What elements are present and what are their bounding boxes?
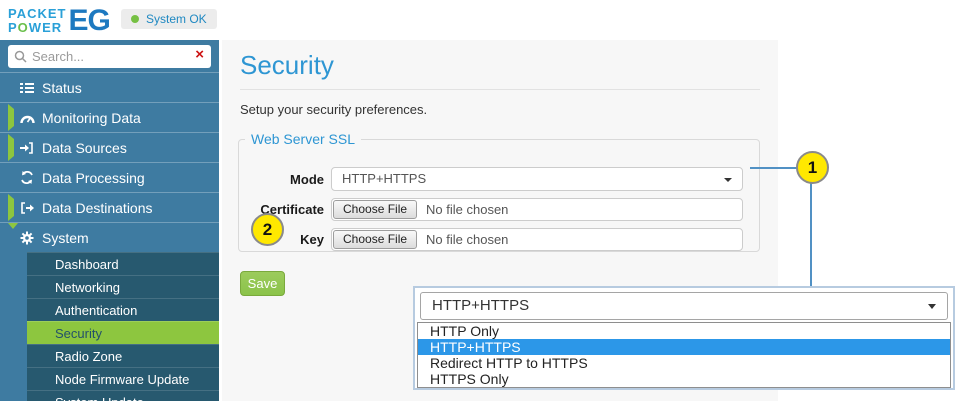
web-server-ssl-fieldset: Web Server SSL Mode HTTP+HTTPS Certifica… (238, 131, 760, 252)
sidebar-item-label: Status (42, 80, 82, 96)
sign-out-icon (20, 202, 42, 214)
sidebar-item-label: Data Sources (42, 140, 127, 156)
key-row: Key Choose File No file chosen (239, 228, 743, 251)
sidebar-item-dashboard[interactable]: Dashboard (27, 252, 219, 275)
sidebar-item-system-update[interactable]: System Update (27, 390, 219, 401)
save-button[interactable]: Save (240, 271, 285, 296)
callout-1-connector-horizontal (750, 167, 797, 169)
fieldset-legend: Web Server SSL (245, 131, 361, 147)
sign-in-icon (20, 142, 42, 154)
status-badge-label: System OK (146, 12, 207, 26)
gauge-icon (20, 112, 42, 124)
sidebar-item-radio-zone[interactable]: Radio Zone (27, 344, 219, 367)
sidebar-item-node-firmware-update[interactable]: Node Firmware Update (27, 367, 219, 390)
select-arrow-icon (928, 304, 936, 309)
chevron-right-icon (8, 104, 14, 131)
key-file-input[interactable]: Choose File No file chosen (331, 228, 743, 251)
option-redirect-http-to-https[interactable]: Redirect HTTP to HTTPS (418, 355, 950, 371)
overlay-option-list: HTTP Only HTTP+HTTPS Redirect HTTP to HT… (417, 322, 951, 388)
overlay-select-value: HTTP+HTTPS (432, 297, 529, 314)
packet-power-logo: PACKET POWER EG (8, 4, 110, 38)
system-submenu: Dashboard Networking Authentication Secu… (0, 252, 219, 401)
page-subtitle: Setup your security preferences. (240, 102, 427, 117)
sidebar-item-data-sources[interactable]: Data Sources (0, 132, 219, 162)
file-status-text: No file chosen (418, 202, 508, 217)
gear-icon (20, 231, 42, 245)
status-ok-dot-icon (131, 15, 139, 23)
choose-file-button[interactable]: Choose File (333, 230, 417, 249)
search-input[interactable] (32, 45, 192, 68)
certificate-file-input[interactable]: Choose File No file chosen (331, 198, 743, 221)
option-http-https[interactable]: HTTP+HTTPS (418, 339, 950, 355)
sidebar-item-authentication[interactable]: Authentication (27, 298, 219, 321)
mode-dropdown-overlay: HTTP+HTTPS HTTP Only HTTP+HTTPS Redirect… (413, 286, 955, 390)
logo-wordmark: PACKET POWER (8, 7, 66, 35)
logo-line2: POWER (8, 21, 66, 35)
mode-select[interactable]: HTTP+HTTPS (331, 167, 743, 191)
chevron-down-icon (8, 223, 18, 246)
refresh-icon (20, 171, 42, 184)
overlay-select[interactable]: HTTP+HTTPS (420, 292, 948, 320)
header: PACKET POWER EG System OK (0, 0, 957, 40)
sidebar-item-label: Data Destinations (42, 200, 153, 216)
mode-row: Mode HTTP+HTTPS (239, 167, 743, 191)
option-https-only[interactable]: HTTPS Only (418, 371, 950, 387)
option-http-only[interactable]: HTTP Only (418, 323, 950, 339)
sidebar-item-system[interactable]: System (0, 222, 219, 252)
sidebar-item-security[interactable]: Security (27, 321, 219, 344)
screen: PACKET POWER EG System OK × Status (0, 0, 957, 401)
mode-label: Mode (239, 172, 331, 187)
logo-eg: EG (68, 4, 109, 38)
callout-2-badge: 2 (251, 213, 284, 246)
sidebar-item-networking[interactable]: Networking (27, 275, 219, 298)
mode-select-value: HTTP+HTTPS (342, 171, 426, 186)
chevron-right-icon (8, 194, 14, 221)
sidebar: × Status Monitoring Data (0, 40, 219, 401)
sidebar-menu: Status Monitoring Data Data Sources (0, 72, 219, 401)
callout-1-badge: 1 (796, 151, 829, 184)
sidebar-item-label: System (42, 230, 89, 246)
list-icon (20, 82, 42, 94)
page-title: Security (240, 50, 334, 81)
sidebar-search: × (8, 45, 211, 68)
sidebar-item-label: Monitoring Data (42, 110, 141, 126)
sidebar-item-status[interactable]: Status (0, 72, 219, 102)
search-clear-icon[interactable]: × (195, 46, 204, 63)
callout-1-connector-vertical (810, 183, 812, 287)
logo-line1: PACKET (8, 7, 66, 21)
choose-file-button[interactable]: Choose File (333, 200, 417, 219)
search-icon (14, 50, 27, 68)
status-badge: System OK (121, 9, 217, 29)
sidebar-item-data-processing[interactable]: Data Processing (0, 162, 219, 192)
file-status-text: No file chosen (418, 232, 508, 247)
certificate-row: Certificate Choose File No file chosen (239, 198, 743, 221)
logo-green-o: O (18, 20, 29, 35)
sidebar-item-data-destinations[interactable]: Data Destinations (0, 192, 219, 222)
sidebar-item-monitoring-data[interactable]: Monitoring Data (0, 102, 219, 132)
select-arrow-icon (724, 178, 732, 182)
title-divider (240, 89, 760, 90)
sidebar-item-label: Data Processing (42, 170, 145, 186)
chevron-right-icon (8, 134, 14, 161)
certificate-label: Certificate (239, 202, 331, 217)
